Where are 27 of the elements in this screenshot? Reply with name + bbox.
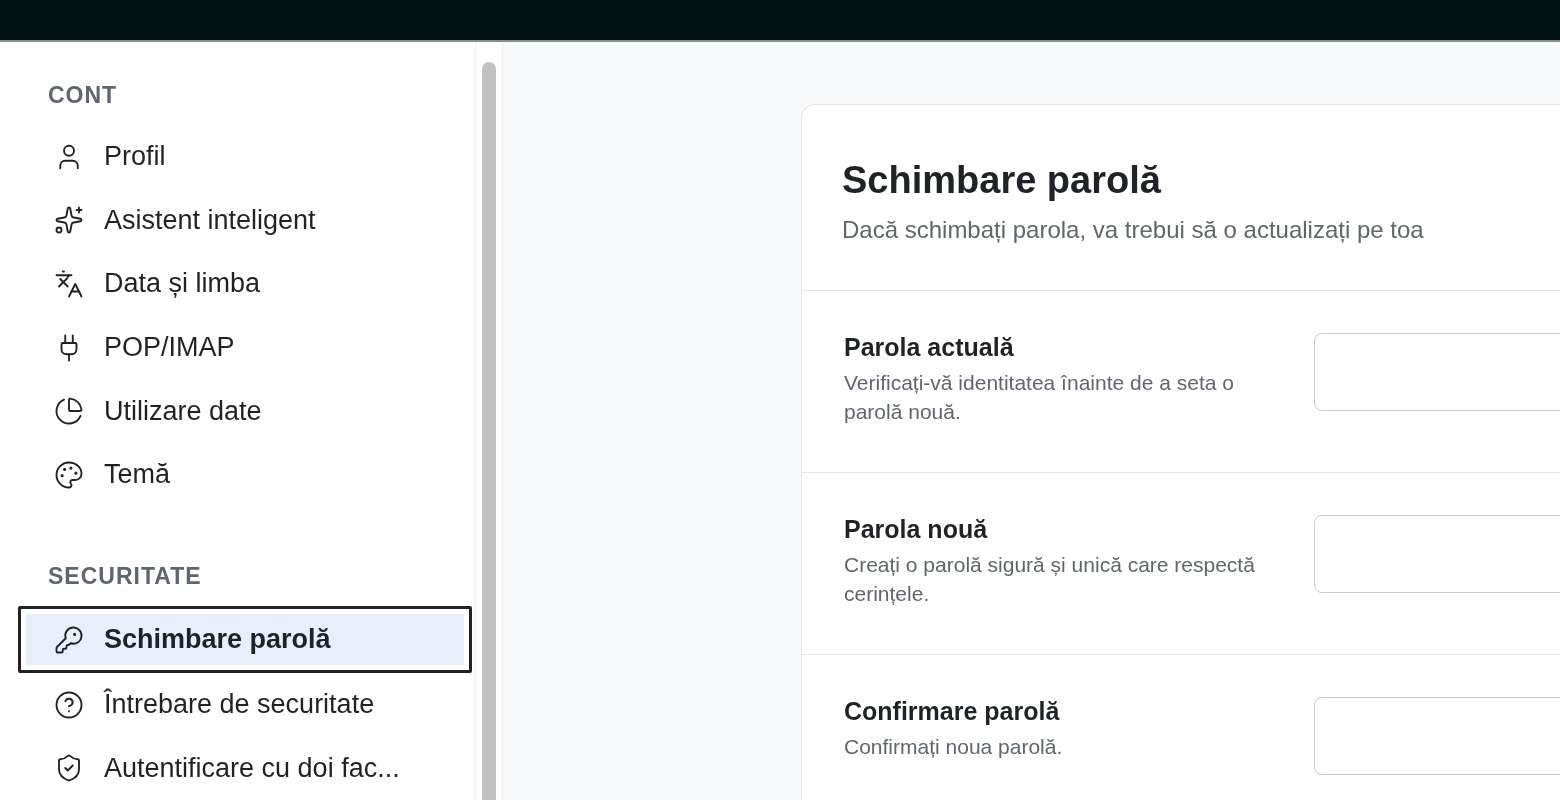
palette-icon [54, 459, 84, 490]
key-icon [54, 624, 84, 655]
section-title: CONT [47, 81, 119, 110]
sidebar-item[interactable]: POP/IMAP [18, 315, 472, 380]
sidebar-item[interactable]: Schimbare parolă [18, 606, 472, 673]
field-label: Parola actuală [844, 333, 1015, 362]
sidebar-item[interactable]: Temă [18, 442, 472, 507]
sidebar-item[interactable]: Profil [18, 125, 472, 189]
field-label: Confirmare parolă [844, 697, 1061, 726]
scrollbar[interactable] [475, 42, 503, 800]
sidebar-item[interactable]: Data și limba [18, 252, 472, 316]
card-title: Schimbare parolă [842, 159, 1162, 202]
field-hint: Confirmați noua parolă. [844, 734, 1064, 760]
sidebar-item[interactable]: Autentificare cu doi fac... [18, 736, 472, 800]
help-icon [54, 689, 84, 720]
card-description: Dacă schimbați parola, va trebui să o actualizați pe toa [842, 216, 1425, 244]
sidebar-item[interactable]: Utilizare date [18, 379, 472, 443]
sparkles-icon [54, 205, 84, 236]
section-title: SECURITATE [47, 562, 203, 592]
field-hint: Creați o parolă sigură și unică care respectă cerințele. [844, 552, 1256, 607]
field-hint: Verificați-vă identitatea înainte de a seta o parolă nouă. [844, 370, 1235, 425]
pie-chart-icon [54, 396, 84, 427]
scrollbar-thumb[interactable] [482, 62, 496, 800]
sidebar-item[interactable]: Asistent inteligent [18, 188, 472, 253]
sidebar-item[interactable]: Întrebare de securitate [18, 672, 472, 737]
translate-icon [54, 269, 84, 299]
field-label: Parola nouă [844, 515, 989, 544]
